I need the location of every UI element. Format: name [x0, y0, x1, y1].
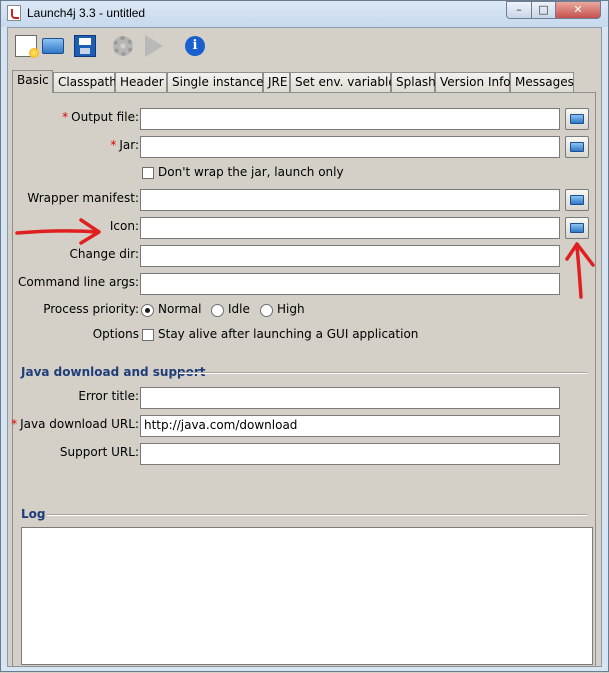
annotation-arrow-up [575, 245, 583, 299]
app-window: Launch4j 3.3 - untitled – □ ✕ i Basic Cl… [0, 0, 609, 672]
annotation-arrow-right [15, 229, 99, 235]
annotation-overlay [15, 218, 595, 299]
tab-basic[interactable]: Basic [12, 70, 53, 93]
